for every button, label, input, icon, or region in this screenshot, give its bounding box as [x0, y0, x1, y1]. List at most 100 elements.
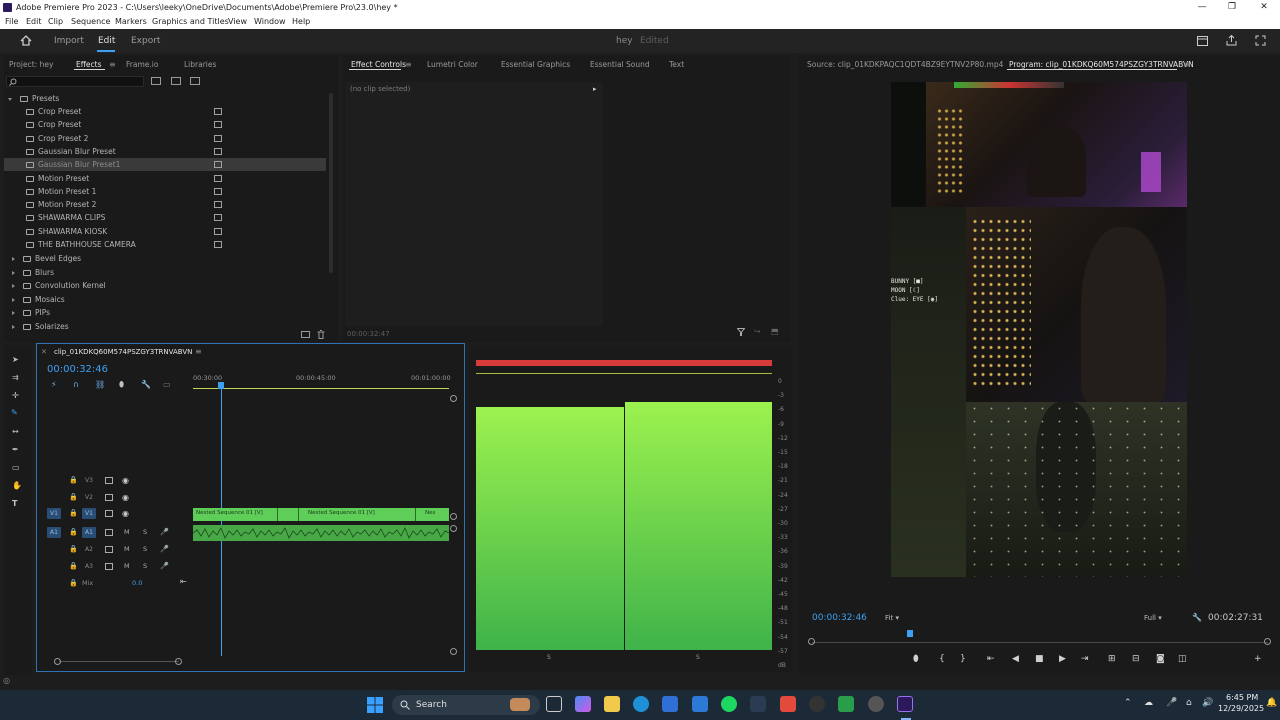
insert-icon[interactable]: ⊞ [1108, 654, 1116, 664]
copilot-icon[interactable] [575, 696, 591, 712]
linked-selection-icon[interactable]: ⛓ [95, 380, 105, 389]
tab-libraries[interactable]: Libraries [184, 60, 216, 69]
step-forward-icon[interactable]: ▶ [1059, 654, 1066, 664]
menu-sequence[interactable]: Sequence [71, 15, 110, 29]
effect-category-folder[interactable]: Bevel Edges [12, 252, 81, 265]
source-patch-a1[interactable]: A1 [47, 527, 61, 538]
outlook-icon[interactable] [692, 696, 708, 712]
sync-lock-icon[interactable] [105, 510, 113, 517]
program-current-timecode[interactable]: 00:00:32:46 [812, 613, 867, 623]
menu-graphics-and-titles[interactable]: Graphics and Titles [152, 15, 229, 29]
timeline-vscroll-bottom-handle[interactable] [450, 648, 457, 655]
preset-item[interactable]: Crop Preset 2 [4, 132, 326, 145]
scrubber-left-handle[interactable] [808, 638, 815, 645]
hand-tool-icon[interactable]: ✋ [12, 481, 22, 490]
lock-icon[interactable]: 🔒 [69, 545, 78, 553]
lock-icon[interactable]: 🔒 [69, 562, 78, 570]
timeline-hscroll-left-handle[interactable] [54, 658, 61, 665]
rectangle-tool-icon[interactable]: ▭ [12, 463, 20, 472]
track-name-a3[interactable]: A3 [82, 561, 96, 572]
timeline-timecode[interactable]: 00:00:32:46 [47, 364, 108, 375]
add-marker-icon[interactable]: ⬮ [913, 654, 919, 664]
track-name-v2[interactable]: V2 [82, 492, 96, 503]
meter-solo-left[interactable]: S [547, 654, 551, 661]
voice-over-record-icon[interactable]: 🎤 [160, 562, 169, 570]
premiere-taskbar-icon[interactable] [897, 696, 913, 712]
mix-volume-value[interactable]: 0.0 [132, 579, 142, 587]
tab-effects[interactable]: Effects [76, 60, 102, 69]
lock-icon[interactable]: 🔒 [69, 528, 78, 536]
scrubber-right-handle[interactable] [1264, 638, 1271, 645]
lock-icon[interactable]: 🔒 [69, 493, 78, 501]
zoom-select[interactable]: Fit ▾ [885, 614, 899, 622]
captions-icon[interactable]: ▭ [163, 380, 171, 389]
sheets-icon[interactable] [838, 696, 854, 712]
sync-lock-icon[interactable] [105, 494, 113, 501]
presets-folder[interactable]: Presets [8, 92, 59, 105]
preset-item[interactable]: Crop Preset [4, 118, 326, 131]
tab-import[interactable]: Import [54, 36, 84, 46]
discord-icon[interactable] [868, 696, 884, 712]
preset-item[interactable]: Motion Preset [4, 172, 326, 185]
tab-effect-controls[interactable]: Effect Controls [351, 60, 406, 69]
menu-clip[interactable]: Clip [48, 15, 63, 29]
pen-tool-icon[interactable]: ✒ [12, 445, 19, 454]
menu-view[interactable]: View [228, 15, 247, 29]
program-scrubber-track[interactable] [812, 642, 1268, 643]
microphone-icon[interactable]: 🎤 [1166, 698, 1177, 708]
trash-icon[interactable] [317, 330, 325, 339]
home-icon[interactable] [20, 35, 32, 46]
button-editor-plus-icon[interactable]: + [1254, 654, 1262, 664]
preset-item[interactable]: Motion Preset 1 [4, 185, 326, 198]
snap-icon[interactable]: ∩ [73, 380, 79, 389]
export-frame-camera-icon[interactable]: ◙ [1156, 654, 1165, 664]
mix-lock-icon[interactable]: 🔒 [69, 579, 78, 587]
taskbar-search-box[interactable]: Search [392, 695, 540, 715]
tab-project[interactable]: Project: hey [9, 60, 53, 69]
effects-search-input[interactable] [6, 76, 144, 87]
preset-item[interactable]: SHAWARMA CLIPS [4, 211, 326, 224]
eye-icon[interactable]: ◉ [122, 509, 129, 518]
go-to-end-icon[interactable]: ⇤ [180, 577, 187, 586]
preset-item[interactable]: THE BATHHOUSE CAMERA [4, 238, 326, 251]
menu-window[interactable]: Window [254, 15, 286, 29]
preset-item[interactable]: Gaussian Blur Preset1 [4, 158, 326, 172]
accelerated-effects-icon[interactable] [151, 77, 161, 85]
solo-button[interactable]: S [143, 545, 147, 553]
onedrive-icon[interactable]: ☁ [1144, 698, 1153, 708]
preset-item[interactable]: Crop Preset [4, 105, 326, 118]
tab-essential-sound[interactable]: Essential Sound [590, 60, 650, 69]
wrench-icon[interactable]: 🔧 [1192, 613, 1202, 622]
effect-category-folder[interactable]: Convolution Kernel [12, 279, 106, 292]
windows-start-icon[interactable] [367, 697, 383, 713]
clock-date[interactable]: 12/29/2025 [1218, 704, 1264, 713]
workspaces-icon[interactable] [1197, 36, 1208, 46]
steam-icon[interactable] [750, 696, 766, 712]
source-patch-v1[interactable]: V1 [47, 508, 61, 519]
voice-over-record-icon[interactable]: 🎤 [160, 528, 169, 536]
microsoft-store-icon[interactable] [662, 696, 678, 712]
video-clip-track-v1[interactable]: Nested Sequence 01 [V] Nested Sequence 0… [193, 508, 449, 521]
preset-item[interactable]: Motion Preset 2 [4, 198, 326, 211]
track-name-a2[interactable]: A2 [82, 544, 96, 555]
lock-icon[interactable]: 🔒 [69, 476, 78, 484]
timeline-settings-wrench-icon[interactable]: 🔧 [141, 380, 151, 389]
pin-icon[interactable]: ⬒ [771, 327, 779, 336]
tab-source[interactable]: Source: clip_01KDKPAQC1QDT4BZ9EYTNV2P80.… [807, 60, 1003, 69]
timeline-hscroll-track[interactable] [59, 661, 179, 662]
stop-icon[interactable]: ■ [1035, 654, 1044, 664]
tab-sequence[interactable]: clip_01KDKQ60M574PSZGY3TRNVABVN [54, 348, 192, 356]
tab-program[interactable]: Program: clip_01KDKQ60M574PSZGY3TRNVABVN [1009, 60, 1194, 69]
solo-button[interactable]: S [143, 528, 147, 536]
effects-scrollbar[interactable] [329, 93, 333, 273]
track-name-v1[interactable]: V1 [82, 508, 96, 519]
track-select-tool-icon[interactable]: ⇉ [12, 373, 19, 382]
comparison-view-icon[interactable]: ◫ [1178, 654, 1187, 664]
track-name-v3[interactable]: V3 [82, 475, 96, 486]
sync-lock-icon[interactable] [105, 477, 113, 484]
effect-controls-menu-icon[interactable]: ≡ [405, 60, 412, 69]
effect-category-folder[interactable]: Mosaics [12, 293, 65, 306]
tab-essential-graphics[interactable]: Essential Graphics [501, 60, 570, 69]
tray-overflow-icon[interactable]: ⌃ [1124, 698, 1132, 708]
ripple-edit-tool-icon[interactable]: ✛ [12, 391, 19, 400]
